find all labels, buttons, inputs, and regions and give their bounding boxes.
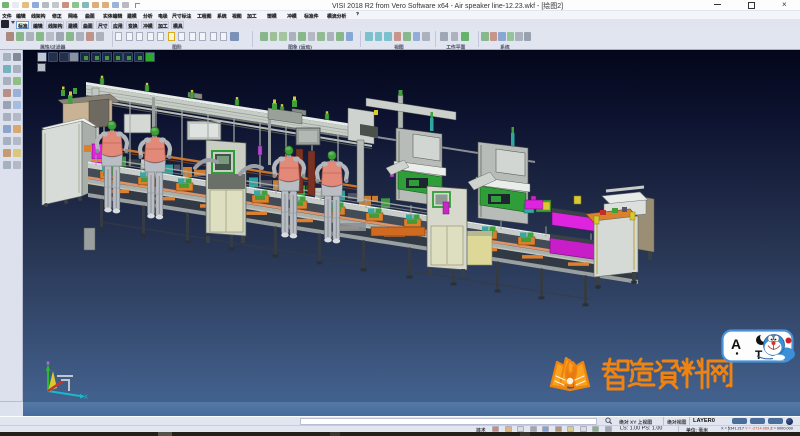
svg-text:T: T [755,348,763,362]
svg-text:X: X [84,395,88,401]
svg-text:A: A [731,336,741,352]
